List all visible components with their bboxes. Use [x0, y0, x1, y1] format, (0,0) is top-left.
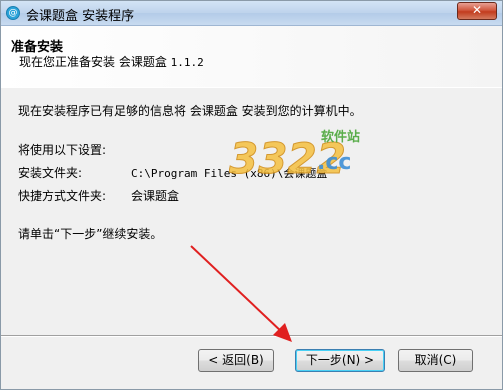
version-text: 1.1.2 [170, 56, 204, 69]
watermark-domain: .cc [317, 150, 351, 175]
back-button[interactable]: < 返回(B) [198, 349, 274, 372]
arrow-shaft [190, 245, 285, 335]
footer-divider-highlight [1, 336, 502, 337]
header-divider [1, 87, 502, 88]
cancel-button[interactable]: 取消(C) [398, 349, 473, 372]
close-icon: ✕ [471, 3, 483, 17]
shortcut-folder-label: 快捷方式文件夹: [18, 189, 107, 203]
watermark-logo: 3322 软件站 .cc [229, 129, 360, 184]
wizard-header: 准备安装 现在您正准备安装 会课题盒 1.1.2 [1, 26, 502, 88]
watermark-site-label: 软件站 [321, 129, 360, 145]
window-title: 会课题盒 安装程序 [26, 9, 135, 24]
subtitle-text: 现在您正准备安装 会课题盒 [19, 55, 171, 69]
next-button[interactable]: 下一步(N) > [295, 349, 385, 372]
arrow-head [273, 323, 292, 342]
install-folder-label: 安装文件夹: [18, 166, 83, 180]
settings-heading: 将使用以下设置: [18, 143, 107, 157]
page-subtitle: 现在您正准备安装 会课题盒 1.1.2 [19, 53, 204, 70]
ready-message: 现在安装程序已有足够的信息将 会课题盒 安装到您的计算机中。 [18, 104, 362, 118]
installer-window: @ 会课题盒 安装程序 ✕ 准备安装 现在您正准备安装 会课题盒 1.1.2 现… [0, 0, 503, 390]
title-bar[interactable]: @ 会课题盒 安装程序 ✕ [1, 1, 502, 26]
app-icon: @ [6, 6, 20, 20]
instruction-text: 请单击“下一步”继续安装。 [18, 227, 163, 241]
shortcut-folder-value: 会课题盒 [131, 189, 180, 203]
close-button[interactable]: ✕ [457, 2, 497, 20]
